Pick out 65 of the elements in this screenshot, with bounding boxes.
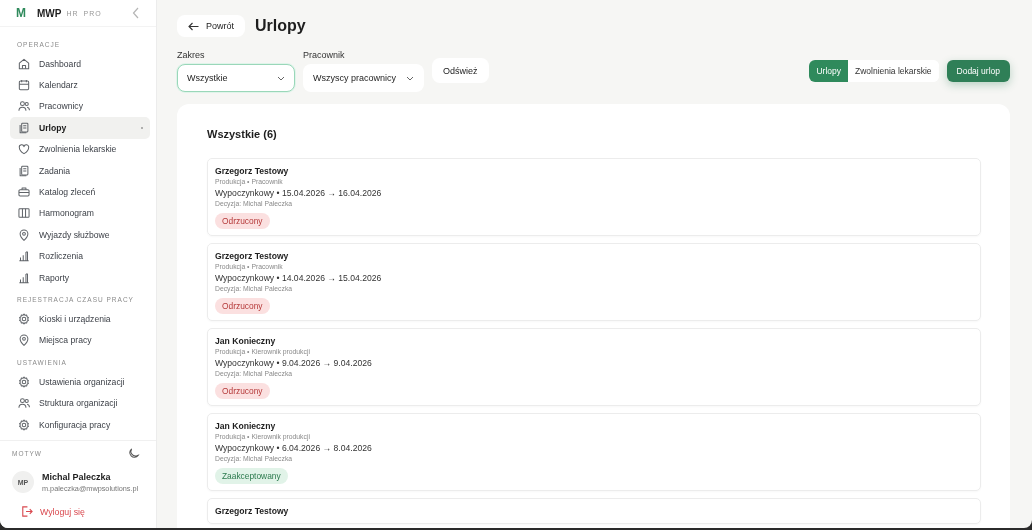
- status-badge: Odrzucony: [215, 213, 270, 229]
- add-leave-button[interactable]: Dodaj urlop: [946, 60, 1010, 82]
- nav-item[interactable]: Ustawienia organizacji: [10, 371, 150, 393]
- back-arrow-icon: [188, 21, 199, 31]
- location-pin-icon: [17, 333, 31, 348]
- nav-item[interactable]: Dashboard: [10, 53, 150, 75]
- nav-item[interactable]: Rozliczenia: [10, 245, 150, 267]
- page-title: Urlopy: [255, 17, 306, 35]
- logo: M: [16, 6, 26, 20]
- leave-period: Wypoczynkowy • 14.04.2026 → 15.04.2026: [215, 272, 382, 284]
- settings-icon: [17, 417, 31, 432]
- logout-link[interactable]: Wyloguj się: [12, 505, 146, 518]
- employee-name: Grzegorz Testowy: [215, 166, 289, 177]
- leave-period: Wypoczynkowy • 15.04.2026 → 16.04.2026: [215, 187, 382, 199]
- columns-icon: [17, 206, 31, 221]
- nav-item[interactable]: Konfiguracja pracy: [10, 413, 150, 436]
- users-icon: [17, 396, 31, 411]
- nav-item[interactable]: Urlopy: [10, 117, 150, 139]
- home-icon: [17, 56, 31, 71]
- filter-label: Zakres: [177, 50, 206, 60]
- leave-period: Wypoczynkowy • 6.04.2026 → 8.04.2026: [215, 442, 372, 454]
- employee-name: Grzegorz Testowy: [215, 251, 289, 262]
- nav-item[interactable]: Kalendarz: [10, 74, 150, 96]
- status-badge: Zaakceptowany: [215, 468, 288, 484]
- filter-label: Pracownik: [303, 50, 346, 60]
- nav-item[interactable]: Miejsca pracy: [10, 329, 150, 352]
- list-title: Wszystkie (6): [207, 128, 278, 140]
- settings-icon: [17, 374, 31, 389]
- dropdown[interactable]: Wszystkie: [177, 64, 295, 92]
- nav-item[interactable]: Katalog zleceń: [10, 181, 150, 203]
- leave-card[interactable]: Grzegorz Testowy: [207, 498, 981, 524]
- bar-chart-icon: [17, 249, 31, 264]
- nav-item[interactable]: Wyjazdy służbowe: [10, 224, 150, 246]
- status-badge: Odrzucony: [215, 383, 270, 399]
- nav-item[interactable]: Struktura organizacji: [10, 392, 150, 414]
- calendar-icon: [17, 78, 31, 93]
- nav-item[interactable]: Raporty: [10, 266, 150, 289]
- nav-item[interactable]: Zwolnienia lekarskie: [10, 138, 150, 160]
- nav-item[interactable]: Pracownicy: [10, 95, 150, 118]
- logout-icon: [20, 505, 33, 518]
- bar-chart-icon: [17, 270, 31, 285]
- nav-item[interactable]: Zadania: [10, 159, 150, 182]
- chevron-down-icon: [277, 75, 285, 81]
- back-button[interactable]: Powrót: [177, 15, 245, 37]
- brand-name: MWP: [37, 7, 62, 19]
- employee-name: Grzegorz Testowy: [215, 506, 289, 517]
- status-badge: Odrzucony: [215, 298, 270, 314]
- user-name: Michal Paleczka: [42, 471, 112, 482]
- employee-name: Jan Konieczny: [215, 336, 276, 347]
- settings-icon: [17, 312, 31, 326]
- view-tab[interactable]: Urlopy: [809, 60, 848, 82]
- employee-name: Jan Konieczny: [215, 421, 276, 432]
- nav-item[interactable]: Harmonogram: [10, 202, 150, 225]
- refresh-button[interactable]: Odśwież: [432, 58, 489, 83]
- moon-icon[interactable]: [127, 447, 140, 460]
- location-pin-icon: [17, 227, 31, 242]
- nav-item[interactable]: Kioski i urządzenia: [10, 308, 150, 330]
- heart-icon: [17, 142, 31, 157]
- documents-icon: [17, 120, 31, 135]
- dropdown[interactable]: Wszyscy pracownicy: [303, 64, 424, 92]
- leave-period: Wypoczynkowy • 9.04.2026 → 9.04.2026: [215, 357, 372, 369]
- documents-icon: [17, 163, 31, 178]
- briefcase-icon: [17, 185, 31, 200]
- chevron-down-icon: [406, 75, 414, 81]
- users-icon: [17, 99, 31, 114]
